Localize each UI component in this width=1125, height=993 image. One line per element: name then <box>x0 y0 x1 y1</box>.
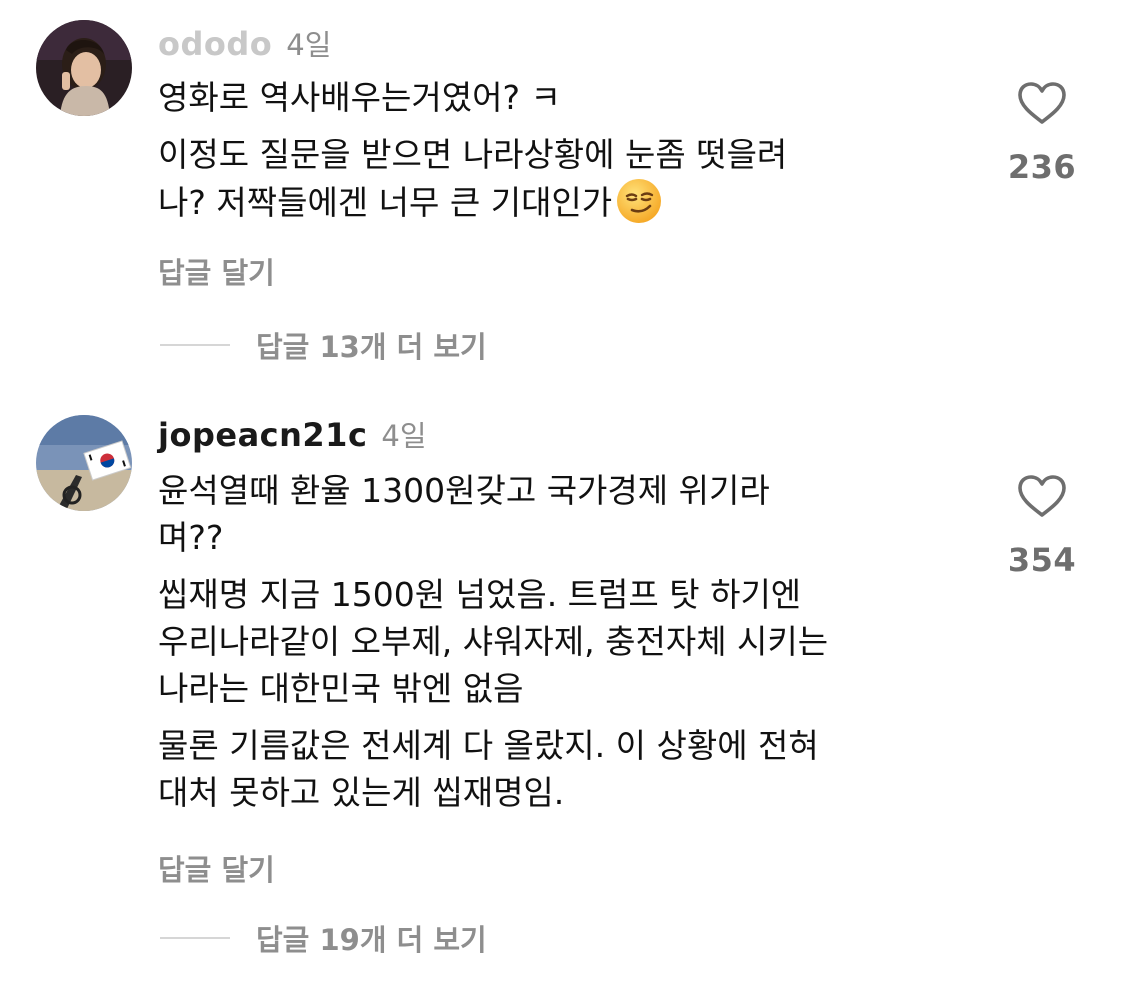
reply-button[interactable]: 답글 달기 <box>158 250 275 292</box>
heart-icon[interactable] <box>1016 473 1068 519</box>
comment-paragraph: 물론 기름값은 전세계 다 올랐지. 이 상황에 전혀 대처 못하고 있는게 씹… <box>158 726 819 812</box>
comment-paragraph: 이정도 질문을 받으면 나라상황에 눈좀 떳을려 나? 저짝들에겐 너무 큰 기… <box>158 131 978 226</box>
like-control: 354 <box>1000 473 1084 579</box>
comment-paragraph: 씹재명 지금 1500원 넘었음. 트럼프 탓 하기엔 우리나라같이 오부제, … <box>158 575 829 708</box>
like-control: 236 <box>1000 80 1084 186</box>
comment-header: jopeacn21c 4일 <box>158 413 427 457</box>
view-more-replies[interactable]: 답글 19개 더 보기 <box>160 917 487 959</box>
heart-icon[interactable] <box>1016 80 1068 126</box>
comment-paragraph: 윤석열때 환율 1300원갖고 국가경제 위기라 며?? <box>158 471 770 557</box>
avatar[interactable] <box>36 415 132 511</box>
replies-divider <box>160 344 230 346</box>
view-more-replies-label: 답글 13개 더 보기 <box>256 330 487 364</box>
comment-item: ododo 4일 영화로 역사배우는거였어? ㅋ 이정도 질문을 받으면 나라상… <box>0 0 1125 380</box>
view-more-replies-label: 답글 19개 더 보기 <box>256 923 487 957</box>
like-count: 236 <box>1007 148 1077 186</box>
comment-paragraph: 영화로 역사배우는거였어? ㅋ <box>158 78 561 117</box>
comment-header: ododo 4일 <box>158 22 331 66</box>
avatar-image <box>36 415 132 511</box>
comment-body: 윤석열때 환율 1300원갖고 국가경제 위기라 며?? 씹재명 지금 1500… <box>158 467 978 826</box>
timestamp: 4일 <box>286 28 332 62</box>
avatar[interactable] <box>36 20 132 116</box>
username[interactable]: jopeacn21c <box>158 416 367 454</box>
smirking-face-emoji <box>616 178 662 224</box>
comment-paragraph-text: 이정도 질문을 받으면 나라상황에 눈좀 떳을려 나? 저짝들에겐 너무 큰 기… <box>158 135 788 222</box>
username[interactable]: ododo <box>158 25 272 63</box>
timestamp: 4일 <box>381 419 427 453</box>
replies-divider <box>160 937 230 939</box>
comment-body: 영화로 역사배우는거였어? ㅋ 이정도 질문을 받으면 나라상황에 눈좀 떳을려… <box>158 74 978 236</box>
avatar-image <box>36 20 132 116</box>
reply-button[interactable]: 답글 달기 <box>158 847 275 889</box>
like-count: 354 <box>1007 541 1077 579</box>
view-more-replies[interactable]: 답글 13개 더 보기 <box>160 324 487 366</box>
comment-item: jopeacn21c 4일 윤석열때 환율 1300원갖고 국가경제 위기라 며… <box>0 395 1125 993</box>
